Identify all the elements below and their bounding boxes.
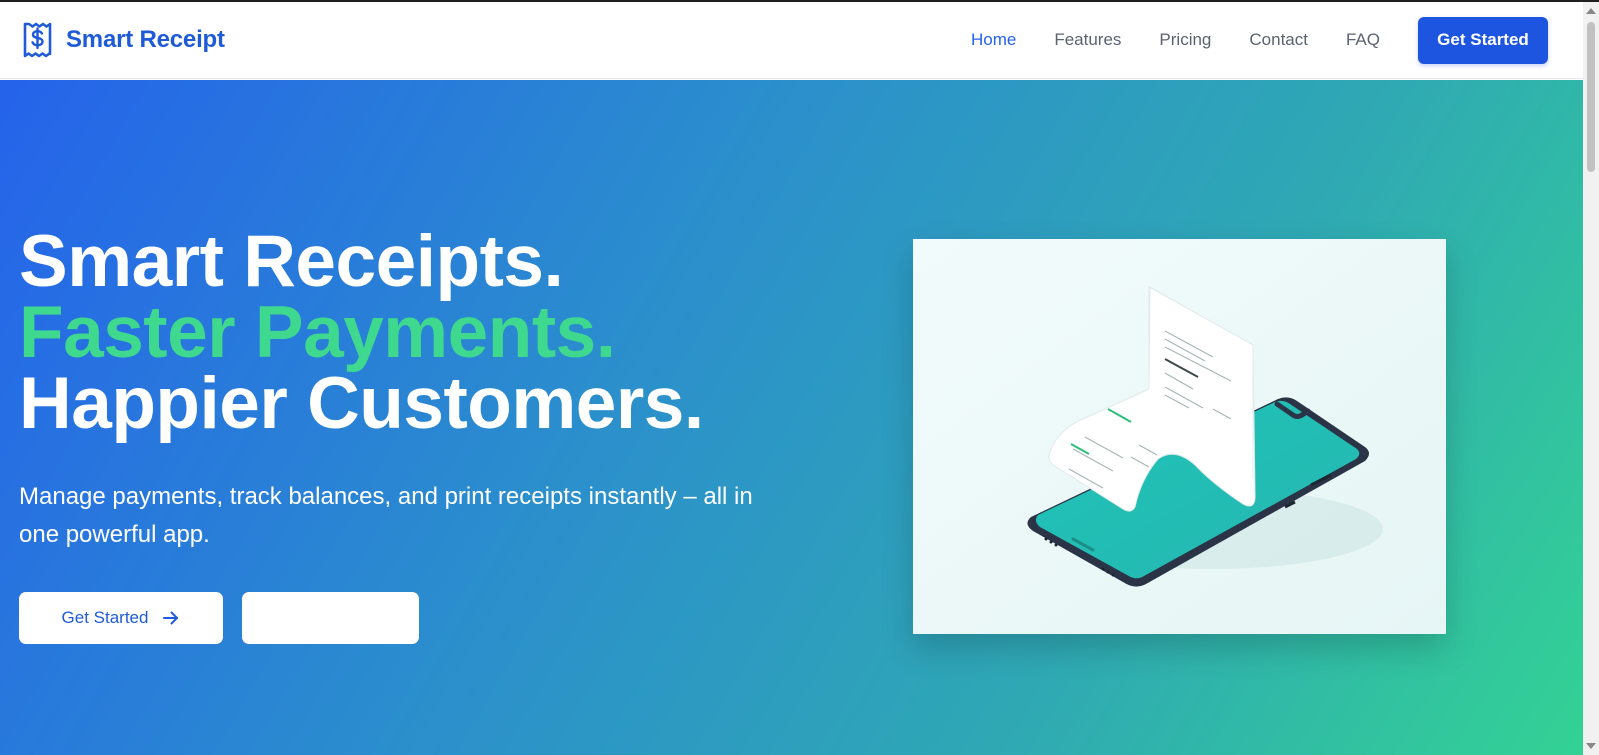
nav-pricing[interactable]: Pricing bbox=[1159, 30, 1211, 50]
brand-name: Smart Receipt bbox=[66, 26, 225, 53]
hero-get-started-label: Get Started bbox=[61, 608, 149, 627]
hero-section: Smart Receipts. Faster Payments. Happier… bbox=[0, 80, 1583, 755]
header-get-started-button[interactable]: Get Started bbox=[1418, 16, 1548, 64]
hero-secondary-button[interactable] bbox=[242, 592, 419, 644]
hero-get-started-button[interactable]: Get Started bbox=[19, 592, 223, 644]
receipt-dollar-icon bbox=[23, 22, 52, 58]
hero-heading: Smart Receipts. Faster Payments. Happier… bbox=[19, 221, 704, 444]
page-scrollbar[interactable] bbox=[1583, 2, 1599, 755]
scrollbar-thumb[interactable] bbox=[1587, 22, 1595, 172]
scroll-down-icon[interactable] bbox=[1586, 743, 1596, 749]
arrow-right-icon bbox=[163, 611, 179, 625]
hero-subtitle: Manage payments, track balances, and pri… bbox=[19, 483, 753, 548]
scroll-up-icon[interactable] bbox=[1586, 8, 1596, 14]
main-nav: Home Features Pricing Contact FAQ Get St… bbox=[933, 16, 1548, 64]
hero-line-3: Happier Customers. bbox=[19, 363, 704, 444]
nav-faq[interactable]: FAQ bbox=[1346, 30, 1380, 50]
nav-features[interactable]: Features bbox=[1054, 30, 1121, 50]
phone-receipt-illustration bbox=[913, 239, 1446, 634]
hero-illustration bbox=[913, 239, 1446, 634]
nav-contact[interactable]: Contact bbox=[1249, 30, 1308, 50]
hero-line-2: Faster Payments. bbox=[19, 292, 616, 373]
hero-line-1: Smart Receipts. bbox=[19, 221, 564, 302]
brand[interactable]: Smart Receipt bbox=[22, 22, 225, 58]
nav-home[interactable]: Home bbox=[971, 30, 1016, 50]
site-header: Smart Receipt Home Features Pricing Cont… bbox=[0, 2, 1583, 79]
